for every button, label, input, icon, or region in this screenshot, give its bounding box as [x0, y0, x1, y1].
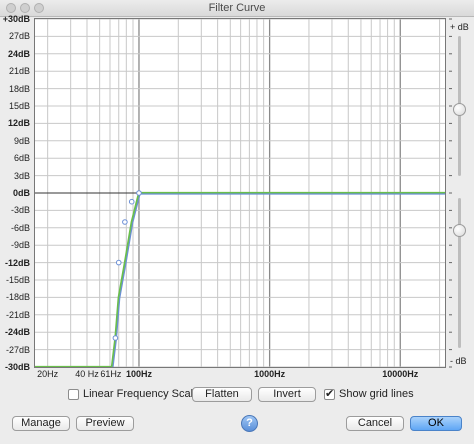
manage-button[interactable]: Manage [12, 416, 70, 431]
db-tick-label: -12dB [4, 257, 30, 268]
db-tick-label: -15dB [5, 275, 30, 285]
show-grid-checkbox[interactable]: Show grid lines [324, 387, 414, 400]
db-tick-label: -3dB [10, 205, 30, 216]
db-tick-label: 6dB [13, 153, 30, 164]
db-tick-label: -24dB [4, 327, 30, 338]
curve-control-point[interactable] [136, 190, 142, 196]
filter-curve-plot[interactable] [35, 19, 445, 367]
options-row: Linear Frequency Scale Flatten Invert Sh… [0, 386, 474, 404]
db-tick-label: -9dB [10, 240, 30, 251]
max-gain-slider-knob[interactable] [453, 103, 466, 116]
db-tick-label: 9dB [13, 135, 30, 146]
curve-control-point[interactable] [115, 259, 122, 266]
linear-scale-label: Linear Frequency Scale [83, 388, 200, 400]
window-title: Filter Curve [208, 2, 266, 14]
ok-button[interactable]: OK [410, 416, 462, 431]
curve-control-point[interactable] [122, 219, 128, 225]
minus-db-label: - dB [450, 356, 467, 366]
cancel-button[interactable]: Cancel [346, 416, 404, 431]
frequency-tick-label: 40 Hz [75, 369, 99, 379]
db-tick-label: 0dB [12, 188, 30, 198]
gain-ruler [449, 18, 452, 368]
linear-scale-checkbox-box[interactable] [68, 388, 79, 400]
filter-graph[interactable] [34, 18, 446, 368]
flatten-button[interactable]: Flatten [192, 387, 252, 402]
db-tick-label: 27dB [8, 31, 30, 42]
invert-button[interactable]: Invert [258, 387, 316, 402]
min-gain-slider-knob[interactable] [453, 224, 466, 237]
db-tick-label: -18dB [5, 292, 30, 303]
db-tick-label: 15dB [8, 101, 30, 111]
title-bar: Filter Curve [0, 0, 474, 17]
show-grid-label: Show grid lines [339, 388, 414, 400]
db-tick-label: 24dB [7, 48, 30, 59]
gain-slider-area: + dB - dB [448, 18, 474, 368]
db-tick-label: -30dB [4, 362, 30, 372]
db-tick-label: -6dB [10, 222, 30, 233]
help-icon[interactable]: ? [241, 415, 258, 432]
frequency-axis: 20Hz 40 Hz 61Hz 100Hz 1000Hz 10000Hz [34, 369, 446, 381]
curve-control-point[interactable] [128, 198, 135, 205]
frequency-tick-label: 61Hz [100, 369, 122, 379]
db-tick-label: -21dB [5, 309, 30, 320]
plus-db-label: + dB [450, 22, 469, 32]
frequency-tick-label: 20Hz [37, 369, 59, 379]
linear-scale-checkbox[interactable]: Linear Frequency Scale [68, 388, 199, 400]
min-gain-slider-track[interactable] [458, 198, 461, 348]
frequency-tick-label: 10000Hz [382, 369, 419, 379]
show-grid-checkbox-box[interactable] [324, 387, 335, 400]
frequency-tick-label: 100Hz [125, 369, 152, 379]
frequency-tick-label: 1000Hz [254, 369, 286, 379]
db-tick-label: 12dB [7, 118, 30, 129]
db-tick-label: 18dB [8, 83, 30, 94]
preview-button[interactable]: Preview [76, 416, 134, 431]
db-tick-label: 21dB [8, 66, 30, 77]
db-axis: +30dB 27dB 24dB 21dB 18dB 15dB 12dB 9dB 6dB 3dB 0d… [0, 14, 32, 372]
db-tick-label: 3dB [13, 170, 30, 181]
db-tick-label: -27dB [5, 344, 30, 355]
db-tick-label: +30dB [2, 14, 30, 24]
curve-control-point[interactable] [112, 335, 119, 341]
